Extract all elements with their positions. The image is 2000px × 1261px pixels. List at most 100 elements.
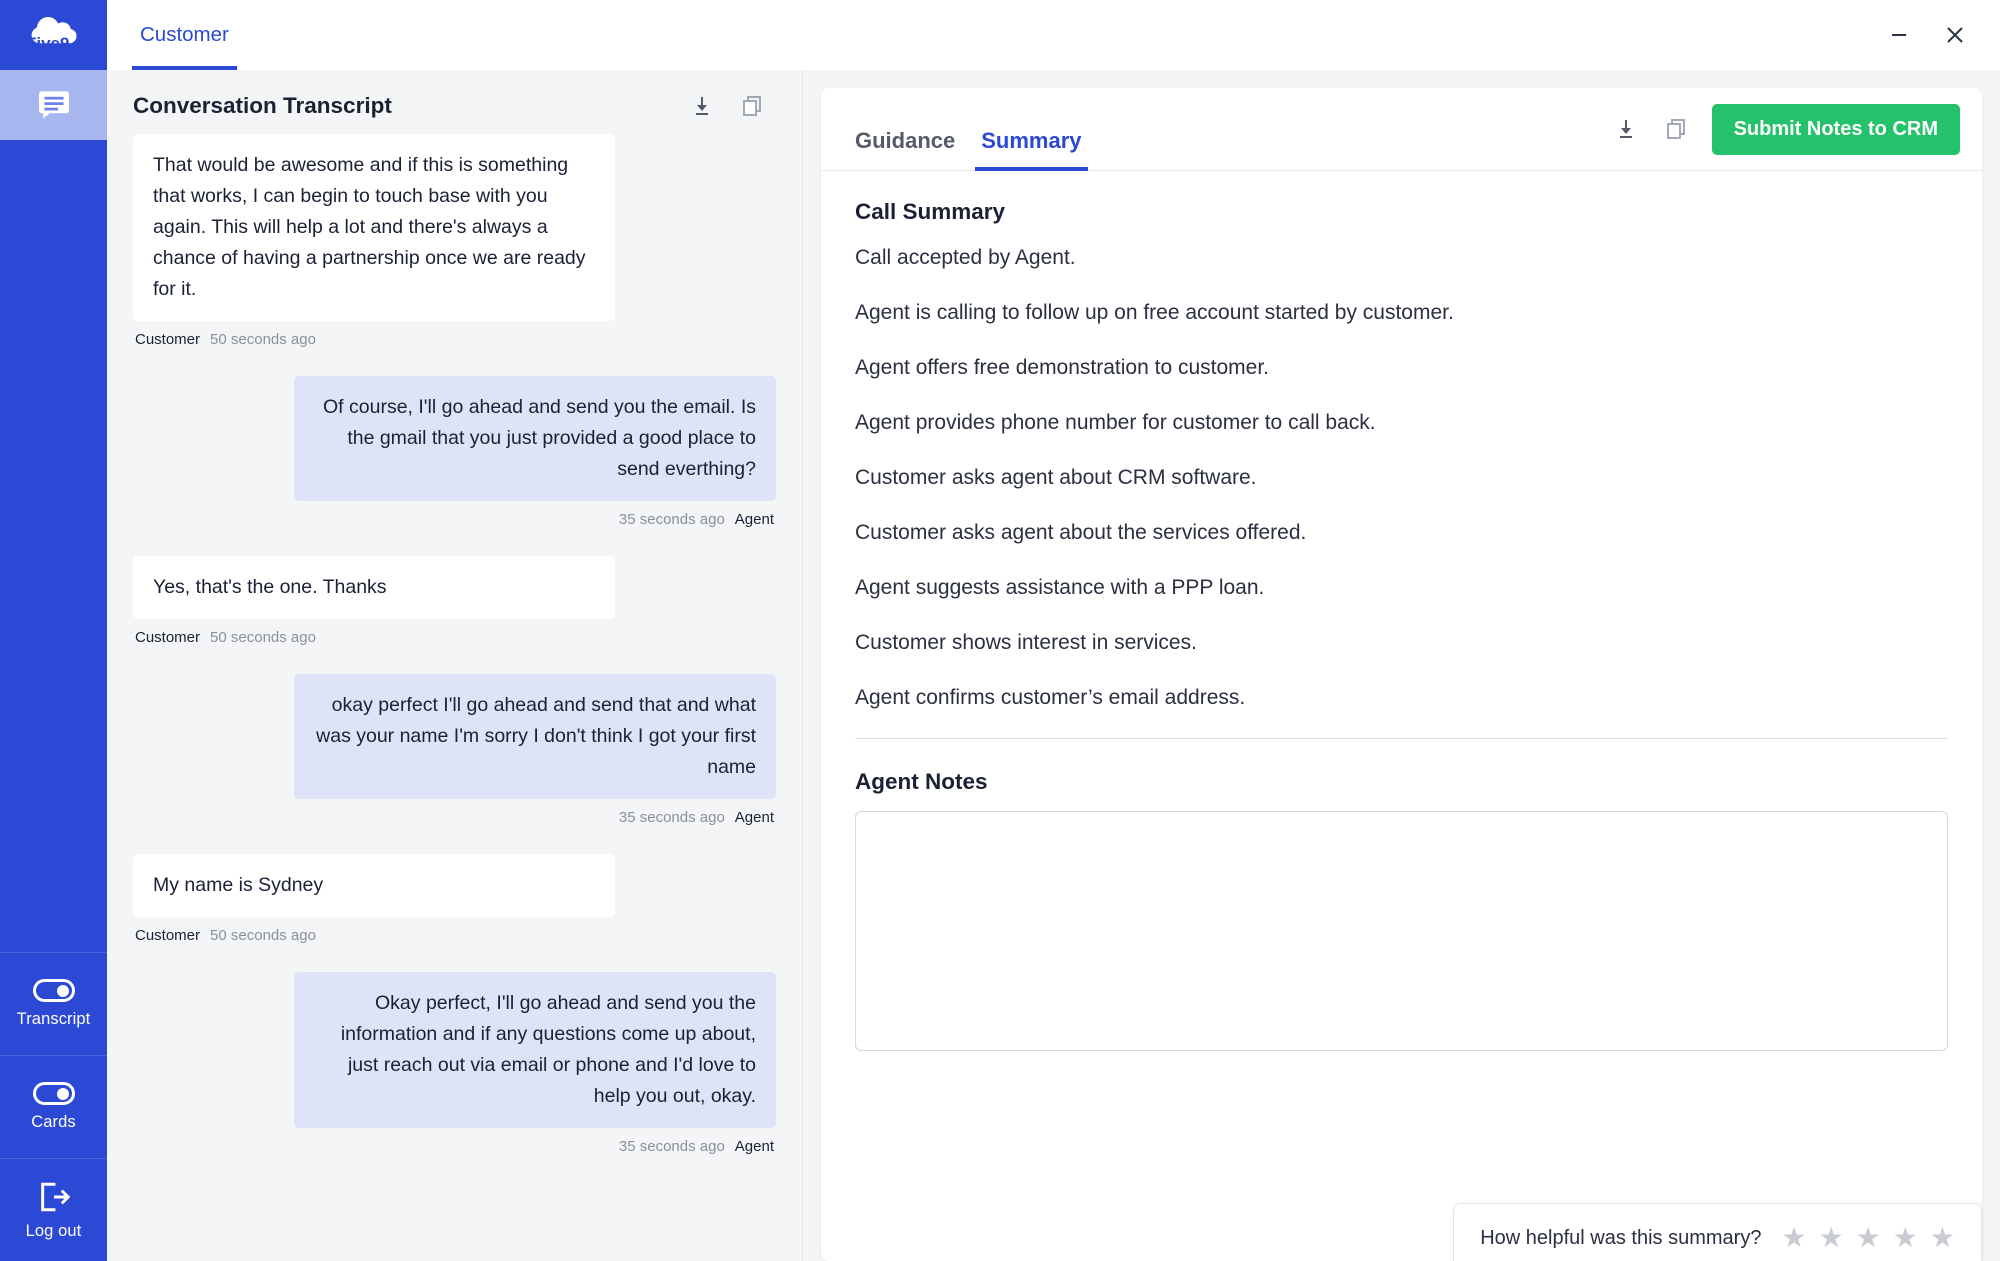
message-meta: Customer 50 seconds ago (133, 321, 776, 370)
message-item: Of course, I'll go ahead and send you th… (133, 376, 776, 550)
message-meta: 35 seconds ago Agent (617, 1128, 776, 1177)
message-meta: 35 seconds ago Agent (617, 799, 776, 848)
section-divider (855, 738, 1948, 739)
main-area: Customer Conversation Transcript That wo… (107, 0, 2000, 1261)
summary-panel-wrap: Guidance Summary Submit Notes to CRM Cal… (803, 70, 2000, 1261)
message-speaker: Agent (734, 511, 774, 528)
tab-summary-label: Summary (981, 128, 1082, 153)
copy-icon (743, 96, 761, 116)
five9-logo: Five9 (0, 0, 107, 70)
summary-rating-widget: How helpful was this summary? ★ ★ ★ ★ ★ (1453, 1203, 1982, 1261)
message-bubble: Of course, I'll go ahead and send you th… (294, 376, 776, 501)
star-icon[interactable]: ★ (1781, 1224, 1806, 1252)
summary-line: Agent provides phone number for customer… (855, 411, 1376, 434)
summary-line: Agent offers free demonstration to custo… (855, 356, 1270, 379)
copy-button[interactable] (738, 92, 766, 120)
tab-customer[interactable]: Customer (132, 0, 237, 70)
sidebar-item-transcript[interactable]: Transcript (0, 952, 107, 1055)
message-speaker: Customer (135, 629, 201, 646)
download-button[interactable] (688, 92, 716, 120)
content-area: Conversation Transcript That would be aw… (107, 70, 2000, 1261)
star-icon[interactable]: ★ (1819, 1224, 1844, 1252)
tab-guidance-label: Guidance (855, 128, 956, 153)
sidebar-item-label: Log out (25, 1221, 82, 1240)
summary-line: Customer asks agent about CRM software. (855, 466, 1257, 489)
tab-customer-label: Customer (140, 23, 229, 46)
summary-actions: Submit Notes to CRM (1612, 103, 1960, 169)
copy-icon (1666, 119, 1685, 139)
close-icon (1947, 27, 1963, 43)
message-time: 50 seconds ago (210, 927, 316, 944)
summary-body: Call Summary Call accepted by Agent. Age… (821, 171, 1982, 1261)
message-item: Okay perfect, I'll go ahead and send you… (133, 972, 776, 1177)
summary-line: Agent is calling to follow up on free ac… (855, 301, 1454, 324)
summary-line: Call accepted by Agent. (855, 246, 1076, 269)
summary-line: Customer shows interest in services. (855, 631, 1197, 654)
message-item: okay perfect I'll go ahead and send that… (133, 674, 776, 848)
star-icon[interactable]: ★ (1893, 1224, 1918, 1252)
minimize-button[interactable] (1884, 20, 1914, 50)
page-title: Conversation Transcript (133, 93, 392, 118)
message-bubble: okay perfect I'll go ahead and send that… (294, 674, 776, 799)
rating-stars: ★ ★ ★ ★ ★ (1781, 1224, 1955, 1252)
summary-line: Agent confirms customer’s email address. (855, 686, 1246, 709)
agent-notes-textarea[interactable] (855, 811, 1948, 1051)
message-item: That would be awesome and if this is som… (133, 134, 776, 370)
tab-guidance[interactable]: Guidance (849, 128, 961, 170)
download-button[interactable] (1612, 115, 1640, 143)
toggle-switch-icon[interactable] (32, 979, 75, 1002)
sidebar-item-cards[interactable]: Cards (0, 1055, 107, 1158)
logout-icon (40, 1182, 70, 1211)
rating-label: How helpful was this summary? (1480, 1226, 1762, 1249)
transcript-panel: Conversation Transcript That would be aw… (107, 70, 803, 1261)
sidebar-item-logout[interactable]: Log out (0, 1158, 107, 1261)
message-list[interactable]: That would be awesome and if this is som… (107, 134, 802, 1261)
message-time: 35 seconds ago (618, 809, 725, 826)
message-speaker: Agent (734, 809, 774, 826)
download-icon (696, 97, 708, 115)
message-meta: Customer 50 seconds ago (133, 917, 776, 966)
transcript-actions (688, 92, 766, 120)
message-time: 50 seconds ago (210, 629, 316, 646)
message-meta: 35 seconds ago Agent (617, 501, 776, 550)
transcript-header: Conversation Transcript (107, 70, 802, 134)
message-bubble: Okay perfect, I'll go ahead and send you… (294, 972, 776, 1128)
message-meta: Customer 50 seconds ago (133, 619, 776, 668)
app-root: Five9 Transcript Cards Log out Customer … (0, 0, 2000, 1261)
call-summary-title: Call Summary (855, 199, 1006, 224)
summary-line: Agent suggests assistance with a PPP loa… (855, 576, 1265, 599)
sidebar-item-label: Transcript (16, 1010, 91, 1028)
summary-line: Customer asks agent about the services o… (855, 521, 1307, 544)
message-speaker: Customer (135, 927, 201, 944)
message-speaker: Agent (734, 1138, 774, 1155)
star-icon[interactable]: ★ (1856, 1224, 1881, 1252)
message-bubble: Yes, that's the one. Thanks (133, 556, 615, 619)
minimize-icon (1892, 34, 1906, 36)
close-button[interactable] (1940, 20, 1970, 50)
submit-notes-to-crm-button[interactable]: Submit Notes to CRM (1711, 103, 1960, 155)
summary-card-header: Guidance Summary Submit Notes to CRM (821, 88, 1982, 171)
message-speaker: Customer (135, 331, 201, 348)
copy-button[interactable] (1662, 115, 1690, 143)
message-time: 35 seconds ago (618, 1138, 725, 1155)
message-item: Yes, that's the one. Thanks Customer 50 … (133, 556, 776, 668)
svg-text:Five9: Five9 (26, 34, 69, 53)
five9-logo-icon: Five9 (26, 17, 77, 53)
tab-summary[interactable]: Summary (975, 128, 1088, 171)
chat-icon (38, 91, 69, 119)
message-bubble: My name is Sydney (133, 854, 615, 917)
toggle-switch-icon[interactable] (32, 1082, 75, 1105)
sidebar-item-label: Cards (31, 1113, 76, 1131)
titlebar: Customer (107, 0, 2000, 70)
sidebar: Five9 Transcript Cards Log out (0, 0, 107, 1261)
message-bubble: That would be awesome and if this is som… (133, 134, 615, 321)
star-icon[interactable]: ★ (1930, 1224, 1955, 1252)
panel-tabs: Guidance Summary (849, 102, 1088, 171)
agent-notes-title: Agent Notes (855, 769, 988, 794)
message-time: 35 seconds ago (618, 511, 725, 528)
summary-card: Guidance Summary Submit Notes to CRM Cal… (821, 88, 1982, 1261)
download-icon (1619, 120, 1632, 138)
sidebar-item-chat[interactable] (0, 70, 107, 140)
window-controls (1884, 0, 1976, 70)
